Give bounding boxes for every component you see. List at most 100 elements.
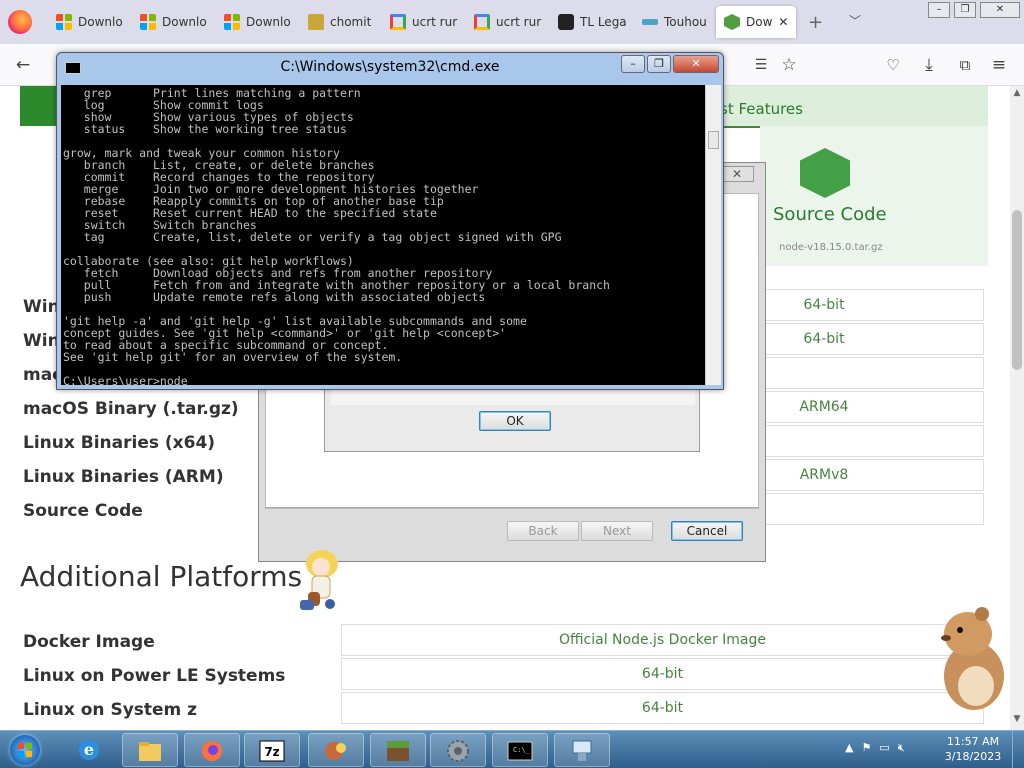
back-button[interactable]: Back [507,521,579,541]
browser-tab-active[interactable]: Dow ✕ [716,6,796,38]
svg-text:C:\_: C:\_ [513,746,531,754]
cmd-scrollbar[interactable] [705,85,721,385]
show-desktop-button[interactable] [1012,731,1024,768]
taskbar-item[interactable] [122,733,178,767]
row-label: Docker Image [23,632,155,652]
reader-view-icon[interactable]: ☰ [750,54,772,76]
browser-tab[interactable]: chomit [308,6,388,38]
scroll-down-arrow-icon[interactable]: ▼ [1010,714,1024,724]
cmd-scrollbar-thumb[interactable] [708,131,719,149]
desktop-mascot-hamster [941,607,1004,710]
svg-text:e: e [84,740,94,759]
browser-tab[interactable]: ucrt rur [474,6,554,38]
downloads-icon[interactable]: ⤓ [918,54,940,76]
additional-platforms-heading: Additional Platforms [20,560,303,593]
windows-logo-icon [18,743,32,757]
firefox-icon [202,741,222,761]
taskbar-item[interactable] [554,733,610,767]
action-center-flag-icon[interactable]: ⚑ [861,741,871,755]
row-label: Source Code [23,501,143,521]
speaker-muted-icon[interactable]: 🔇︎ [898,741,905,755]
game-icon [325,742,346,760]
clock-date: 3/18/2023 [944,750,1002,763]
back-arrow-icon[interactable]: ← [12,54,34,76]
source-code-title[interactable]: Source Code [773,204,887,225]
firefox-menu-icon[interactable] [8,10,32,34]
cmd-minimize-button[interactable]: – [621,55,645,73]
microsoft-icon [140,14,156,30]
svg-text:7z: 7z [264,745,279,759]
browser-tab[interactable]: Downlo [56,6,136,38]
dialog-close-button[interactable]: ✕ [720,166,754,182]
cmd-close-button[interactable]: ✕ [673,55,719,73]
display-icon[interactable]: ▭ [879,741,889,755]
cancel-button[interactable]: Cancel [671,521,743,541]
microsoft-icon [224,14,240,30]
row-label: Linux on System z [23,700,198,720]
bookmark-star-icon[interactable]: ☆ [778,54,800,76]
ok-button[interactable]: OK [479,411,551,431]
scroll-up-arrow-icon[interactable]: ▲ [1010,88,1024,98]
app-icon [308,14,324,30]
download-cell[interactable]: 64-bit [341,658,984,690]
next-button[interactable]: Next [581,521,653,541]
network-installer-icon [572,740,592,761]
settings-gear-icon [447,740,469,762]
cmd-maximize-button[interactable]: ❐ [647,55,671,73]
close-window-button[interactable]: ✕ [980,2,1020,18]
row-label: Win [23,331,60,351]
clock-time: 11:57 AM [946,735,1000,748]
extensions-icon[interactable]: ⧉ [954,54,976,76]
cmd-window: C:\Windows\system32\cmd.exe – ❐ ✕ grep P… [56,52,724,390]
scrollbar-thumb[interactable] [1012,210,1022,370]
list-tabs-chevron-icon[interactable]: ﹀ [849,12,861,29]
microsoft-icon [56,14,72,30]
download-cell[interactable]: 64-bit [341,692,984,724]
taskbar-item[interactable] [370,733,426,767]
touhou-icon [642,19,658,25]
browser-tab[interactable]: TL Lega [558,6,638,38]
row-label: Linux Binaries (ARM) [23,467,224,487]
taskbar-item[interactable] [184,733,240,767]
current-subtitle: st Features [720,100,803,118]
taskbar-item[interactable] [430,733,486,767]
minimize-button[interactable]: – [928,2,950,18]
internet-explorer-icon: e [79,740,99,760]
taskbar-item[interactable]: e [62,733,118,767]
browser-tab-strip: Downlo Downlo Downlo chomit ucrt rur ucr… [0,0,1024,44]
desktop-mascot-girl [300,550,338,610]
browser-tab[interactable]: Downlo [140,6,220,38]
file-explorer-icon [139,742,161,761]
tl-icon [558,14,574,30]
taskbar-item[interactable]: C:\_ [492,733,548,767]
download-cell[interactable]: Official Node.js Docker Image [341,624,984,656]
browser-tab[interactable]: Touhou [642,6,714,38]
page-scrollbar[interactable]: ▲ ▼ [1010,86,1024,732]
row-label: Win [23,297,60,317]
browser-tab[interactable]: Downlo [224,6,304,38]
7zip-icon: 7z [259,740,285,762]
row-label: Linux Binaries (x64) [23,433,216,453]
console-text: grep Print lines matching a pattern log … [63,86,610,385]
system-tray: ▲ ⚑ ▭ 🔇︎ [845,741,905,755]
minecraft-icon [387,741,409,761]
taskbar-item[interactable]: 7z [244,733,300,767]
maximize-button[interactable]: ❐ [954,2,976,18]
divider [265,507,759,508]
row-label: macOS Binary (.tar.gz) [23,399,239,419]
taskbar-item[interactable] [308,733,364,767]
hamburger-menu-icon[interactable]: ≡ [988,54,1010,76]
row-label: Linux on Power LE Systems [23,666,286,686]
nodejs-icon [724,14,740,30]
close-tab-icon[interactable]: ✕ [778,15,788,29]
windows-taskbar: e 7z C:\_ ▲ ⚑ ▭ 🔇︎ 11:57 AM 3/18/2023 [0,730,1024,768]
console-output[interactable]: grep Print lines matching a pattern log … [61,85,705,385]
start-button[interactable] [10,735,40,765]
pocket-icon[interactable]: ♡ [882,54,904,76]
new-tab-button[interactable]: + [808,12,823,33]
source-file-name: node-v18.15.0.tar.gz [779,242,883,253]
show-hidden-icons-icon[interactable]: ▲ [845,741,853,755]
taskbar-clock[interactable]: 11:57 AM 3/18/2023 [942,734,1004,764]
google-icon [474,14,490,30]
browser-tab[interactable]: ucrt rur [390,6,470,38]
